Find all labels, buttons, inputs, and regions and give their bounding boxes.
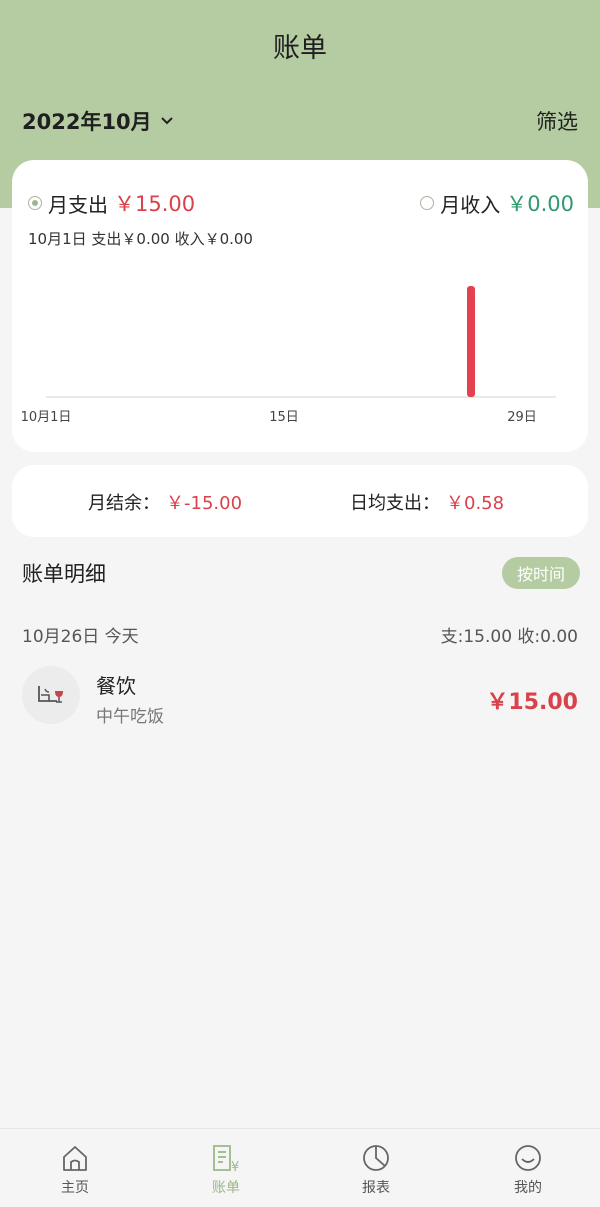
chevron-down-icon (160, 117, 173, 125)
monthly-chart-card: 月支出 ￥15.00 月收入 ￥0.00 10月1日 支出￥0.00 收入￥0.… (12, 160, 588, 452)
smiley-icon (515, 1145, 541, 1171)
month-picker[interactable]: 2022年10月 (22, 106, 174, 136)
day-group-date: 10月26日 今天 (22, 627, 139, 647)
list-item[interactable]: 餐饮 中午吃饭 ￥15.00 (22, 664, 578, 728)
tab-report-label: 报表 (362, 1180, 390, 1196)
svg-text:¥: ¥ (231, 1160, 239, 1173)
chart-bar[interactable] (467, 286, 475, 397)
bill-note: 中午吃饭 (96, 707, 164, 727)
details-title: 账单明细 (22, 562, 106, 586)
day-group-totals: 支:15.00 收:0.00 (440, 627, 578, 647)
balance-value: ￥-15.00 (166, 493, 243, 514)
page-title: 账单 (273, 33, 327, 64)
dining-icon (22, 666, 80, 724)
balance-summary: 月结余： ￥-15.00 (88, 489, 242, 515)
tab-bill[interactable]: ¥ 账单 (186, 1143, 266, 1197)
filter-button[interactable]: 筛选 (536, 106, 578, 136)
chart-tick-label: 29日 (507, 410, 537, 425)
home-icon (63, 1146, 87, 1171)
daily-average-label: 日均支出： (350, 493, 440, 514)
category-name: 餐饮 (96, 674, 136, 698)
day-group-header: 10月26日 今天 支:15.00 收:0.00 (22, 622, 578, 647)
tab-home-label: 主页 (61, 1180, 89, 1196)
tab-bill-label: 账单 (212, 1180, 240, 1196)
sort-by-time-button[interactable]: 按时间 (502, 557, 580, 589)
daily-average-summary: 日均支出： ￥0.58 (350, 489, 504, 515)
chart-tick-label: 15日 (269, 410, 299, 425)
daily-expense-chart[interactable]: 10月1日 15日 29日 (12, 160, 588, 452)
bill-amount: ￥15.00 (486, 690, 578, 715)
daily-average-value: ￥0.58 (446, 493, 505, 514)
bottom-tab-bar: 主页 ¥ 账单 报表 我的 (0, 1128, 600, 1207)
pie-chart-icon (363, 1145, 389, 1171)
balance-label: 月结余： (88, 493, 160, 514)
tab-profile-label: 我的 (514, 1180, 542, 1196)
summary-card: 月结余： ￥-15.00 日均支出： ￥0.58 (12, 465, 588, 537)
bill-icon: ¥ (213, 1145, 239, 1173)
tab-home[interactable]: 主页 (35, 1143, 115, 1197)
month-label: 2022年10月 (22, 110, 152, 134)
chart-tick-label: 10月1日 (21, 410, 72, 425)
tab-profile[interactable]: 我的 (488, 1143, 568, 1197)
tab-report[interactable]: 报表 (336, 1143, 416, 1197)
